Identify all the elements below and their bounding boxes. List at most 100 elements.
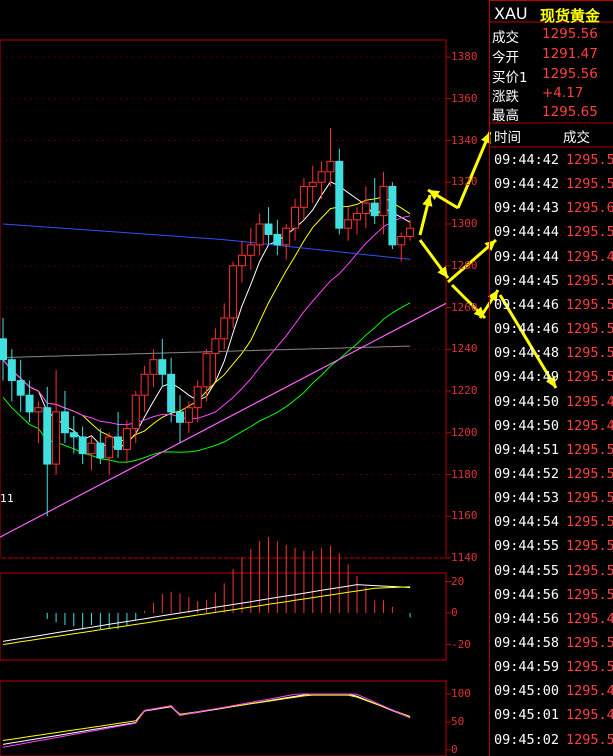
candle-body (388, 185, 397, 246)
main-panel-border (0, 39, 447, 559)
tick-time: 09:45:01 (494, 707, 560, 724)
quote-value: 1295.65 (542, 104, 598, 120)
tick-time: 09:44:46 (494, 321, 560, 338)
candle-body (193, 386, 202, 409)
tick-price: 1295.5 (566, 465, 613, 482)
y-tick-label: 1140 (451, 551, 478, 564)
tick-time: 09:45:02 (494, 731, 560, 748)
y-tick-label: 20 (451, 574, 465, 588)
tick-price: 1295.5 (566, 586, 613, 603)
tick-price: 1295.4 (566, 393, 613, 410)
tick-time: 09:44:51 (494, 441, 560, 458)
ma10-line (2, 196, 411, 443)
candle-body (344, 219, 353, 229)
tick-price: 1295.4 (566, 248, 613, 265)
candle-body (114, 436, 123, 450)
candle-body (122, 428, 131, 450)
tick-time: 09:44:53 (494, 490, 560, 507)
candle-body (237, 254, 246, 267)
candle-body (140, 373, 149, 396)
macd-dea-line (2, 586, 411, 645)
tick-time: 09:44:58 (494, 635, 560, 651)
kdj-panel-border (0, 680, 447, 756)
candle-body (96, 442, 105, 459)
candle-body (69, 432, 78, 438)
tick-price: 1295.5 (566, 152, 613, 168)
quote-value: 1295.56 (542, 26, 598, 42)
tick-header-time: 时间 (494, 130, 521, 146)
candle-body (87, 442, 96, 455)
tick-time: 09:44:52 (494, 465, 560, 482)
candle-body (25, 394, 34, 413)
candles (0, 127, 415, 517)
candle-body (202, 352, 211, 388)
candle-body (149, 359, 158, 375)
tick-price: 1295.5 (566, 441, 613, 458)
candle-body (211, 338, 220, 354)
candle-body (176, 411, 184, 423)
y-tick-label: 1280 (451, 258, 478, 272)
y-tick-label: 1360 (451, 91, 478, 105)
y-tick-label: 1260 (451, 300, 478, 314)
y-tick-label: 1340 (451, 133, 478, 147)
candle-body (335, 160, 344, 229)
candle-body (158, 359, 167, 375)
tick-time: 09:44:44 (494, 248, 560, 265)
y-tick-label: 1180 (451, 467, 478, 481)
candle-body (16, 380, 25, 396)
tick-time: 09:44:44 (494, 224, 560, 241)
candle-body (255, 223, 264, 246)
tick-time: 09:44:46 (494, 296, 560, 313)
symbol-name: 现货黄金 (540, 7, 601, 25)
quote-label: 成交 (492, 30, 519, 46)
kdj-k-line (2, 693, 411, 745)
y-tick-label: 1240 (451, 342, 478, 356)
candle-body (370, 202, 379, 217)
kdj-d-line (2, 694, 411, 741)
tick-price: 1295.5 (566, 538, 613, 555)
candle-body (167, 373, 176, 413)
tick-price: 1295.5 (566, 731, 613, 748)
candle-body (361, 202, 370, 215)
tick-price: 1295.5 (566, 176, 613, 193)
y-tick-label: 1200 (451, 425, 478, 439)
annotation-label: 11 (0, 492, 14, 505)
candle-body (43, 407, 52, 465)
tick-price: 1295.4 (566, 610, 613, 627)
quote-label: 涨跌 (492, 89, 519, 105)
candle-body (60, 411, 69, 434)
candle-body (299, 185, 308, 208)
y-tick-label: 1160 (451, 509, 478, 523)
tick-time: 09:44:59 (494, 659, 560, 676)
candle-body (52, 411, 61, 465)
candle-body (78, 436, 87, 455)
tick-time: 09:44:56 (494, 610, 560, 627)
candle-body (282, 227, 291, 246)
tick-time: 09:44:49 (494, 369, 560, 386)
tick-time: 09:44:50 (494, 393, 560, 410)
candle-body (308, 181, 317, 187)
candle-body (7, 359, 16, 382)
candle-body (406, 227, 415, 238)
candle-body (246, 244, 255, 256)
candle-body (220, 317, 229, 340)
y-tick-label: 0 (451, 743, 458, 756)
tick-price: 1295.5 (566, 272, 613, 289)
tick-time: 09:44:42 (494, 152, 560, 168)
candle-body (291, 206, 300, 229)
tick-price: 1295.5 (566, 635, 613, 651)
tick-price: 1295.4 (566, 683, 613, 700)
candle-body (273, 233, 282, 246)
candle-body (105, 436, 114, 459)
candle-body (184, 407, 193, 423)
candle-body (229, 265, 238, 319)
candle-body (0, 338, 7, 361)
tick-price: 1295.4 (566, 417, 613, 434)
tick-time: 09:44:42 (494, 176, 560, 193)
candle-body (379, 185, 388, 217)
candle-body (397, 236, 406, 246)
tick-price: 1295.5 (566, 562, 613, 579)
y-tick-label: 50 (451, 715, 465, 728)
candle-body (317, 171, 326, 183)
tick-time: 09:44:50 (494, 417, 560, 434)
